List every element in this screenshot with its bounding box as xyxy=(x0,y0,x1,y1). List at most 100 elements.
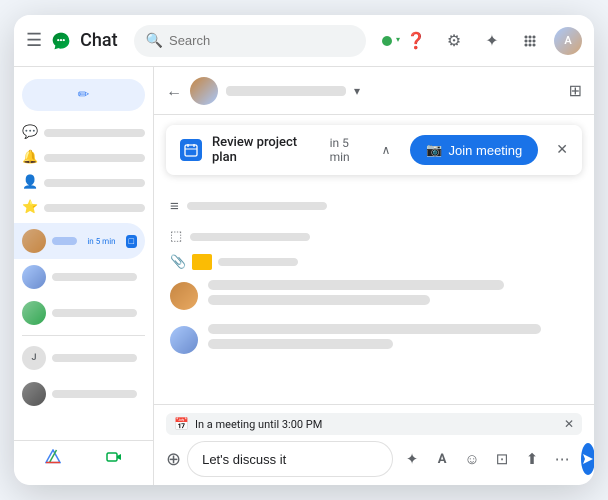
sidebar: ✏ 💬 🔔 👤 ⭐ xyxy=(14,67,154,485)
send-button[interactable] xyxy=(581,443,594,475)
join-btn-label: Join meeting xyxy=(449,143,523,158)
emoji-icon[interactable]: ☺ xyxy=(459,446,485,472)
doc-icon: ⬚ xyxy=(170,229,182,244)
message-text-line xyxy=(208,339,393,349)
join-meeting-button[interactable]: 📷 Join meeting xyxy=(410,135,538,165)
sidebar-icon: 💬 xyxy=(22,125,38,140)
message-content xyxy=(208,280,578,310)
back-button[interactable]: ← xyxy=(166,81,182,101)
close-status-icon[interactable]: ✕ xyxy=(564,417,574,431)
sidebar-badge-time: in 5 min xyxy=(83,236,119,247)
upload-icon[interactable]: ⬆ xyxy=(519,446,545,472)
message-content xyxy=(208,324,578,354)
meeting-banner: Review project plan in 5 min ∧ 📷 Join me… xyxy=(166,125,582,175)
sidebar-item-name xyxy=(52,354,137,362)
top-bar: ☰ Chat 🔍 xyxy=(14,15,594,67)
sidebar-divider xyxy=(22,335,145,336)
app-title: Chat xyxy=(80,30,117,51)
app-window: ☰ Chat 🔍 xyxy=(14,15,594,485)
drive-icon[interactable] xyxy=(45,449,61,469)
sidebar-placeholder xyxy=(44,129,145,137)
toolbar-placeholder xyxy=(187,202,327,210)
add-attachment-icon[interactable]: ⊕ xyxy=(166,449,181,470)
sidebar-icon: ⭐ xyxy=(22,200,38,215)
sidebar-icon: 👤 xyxy=(22,175,38,190)
message-text-line xyxy=(208,280,504,290)
sidebar-item-name xyxy=(52,273,137,281)
format-text-icon[interactable]: ✦ xyxy=(399,446,425,472)
attachment-icon: 📎 xyxy=(170,255,186,270)
sidebar-item[interactable] xyxy=(14,259,145,295)
search-input[interactable] xyxy=(169,33,354,48)
sidebar-item[interactable] xyxy=(14,295,145,331)
sidebar-nav-icons: 💬 🔔 👤 ⭐ xyxy=(14,119,153,223)
sidebar-placeholder xyxy=(44,204,145,212)
attachment-row: 📎 xyxy=(170,254,578,270)
sidebar-item[interactable]: in 5 min □ xyxy=(14,223,145,259)
close-banner-icon[interactable]: ✕ xyxy=(556,142,568,158)
sidebar-item[interactable]: J xyxy=(14,340,145,376)
help-icon[interactable]: ❓ xyxy=(402,27,430,55)
chat-header-avatar xyxy=(190,77,218,105)
sidebar-placeholder xyxy=(44,179,145,187)
calendar-small-icon: 📅 xyxy=(174,417,189,431)
sidebar-section-row: 💬 xyxy=(22,125,145,140)
sidebar-section-row: 👤 xyxy=(22,175,145,190)
toolbar-row: ≡ xyxy=(170,193,578,219)
search-bar[interactable]: 🔍 xyxy=(134,25,366,57)
meeting-status-text: In a meeting until 3:00 PM xyxy=(195,418,322,431)
settings-icon[interactable]: ⚙ xyxy=(440,27,468,55)
new-chat-button[interactable]: ✏ xyxy=(22,79,145,111)
expand-icon[interactable]: ∧ xyxy=(382,143,391,157)
sidebar-avatar xyxy=(22,301,46,325)
format-icon[interactable]: A xyxy=(429,446,455,472)
message-row xyxy=(170,280,578,310)
sidebar-section-row: ⭐ xyxy=(22,200,145,215)
message-avatar xyxy=(170,282,198,310)
sparkle-icon[interactable]: ✦ xyxy=(478,27,506,55)
menu-icon[interactable]: ☰ xyxy=(26,30,42,51)
input-area: 📅 In a meeting until 3:00 PM ✕ ⊕ ✦ A ☺ ⊡… xyxy=(154,404,594,485)
sidebar-avatar xyxy=(22,382,46,406)
sidebar-avatar xyxy=(22,265,46,289)
calendar-icon xyxy=(180,139,202,161)
status-indicator[interactable] xyxy=(382,36,392,46)
input-actions: ✦ A ☺ ⊡ ⬆ ⋯ xyxy=(399,446,575,472)
message-text-line xyxy=(208,324,541,334)
apps-icon[interactable] xyxy=(516,27,544,55)
chevron-down-icon[interactable]: ▾ xyxy=(354,84,360,98)
message-text-line xyxy=(208,295,430,305)
sidebar-item-name xyxy=(52,390,137,398)
sidebar-icon: 🔔 xyxy=(22,150,38,165)
sidebar-item-name xyxy=(52,309,137,317)
video-call-icon[interactable]: ⊞ xyxy=(569,81,582,100)
meet-icon[interactable] xyxy=(106,449,122,469)
more-icon[interactable]: ⋯ xyxy=(549,446,575,472)
sidebar-bottom xyxy=(14,440,153,477)
messages-area: ≡ ⬚ 📎 xyxy=(154,185,594,404)
main-content: ✏ 💬 🔔 👤 ⭐ xyxy=(14,67,594,485)
sidebar-item[interactable] xyxy=(14,376,145,412)
app-logo xyxy=(50,30,72,52)
meeting-title: Review project plan xyxy=(212,135,314,165)
sidebar-badge-count: □ xyxy=(126,235,137,248)
status-dot xyxy=(382,36,392,46)
top-actions: ❓ ⚙ ✦ A xyxy=(382,27,582,55)
toolbar-row-2: ⬚ xyxy=(170,225,578,248)
attachment-thumb xyxy=(192,254,212,270)
camera-icon: 📷 xyxy=(426,142,442,158)
image-icon[interactable]: ⊡ xyxy=(489,446,515,472)
chat-header: ← ▾ ⊞ xyxy=(154,67,594,115)
message-avatar xyxy=(170,326,198,354)
sidebar-avatar: J xyxy=(22,346,46,370)
sidebar-item-name xyxy=(52,237,77,245)
toolbar-placeholder-2 xyxy=(190,233,310,241)
user-avatar[interactable]: A xyxy=(554,27,582,55)
message-input[interactable] xyxy=(187,441,393,477)
meeting-time: in 5 min xyxy=(330,136,368,164)
sidebar-section-row: 🔔 xyxy=(22,150,145,165)
search-icon: 🔍 xyxy=(146,33,163,49)
sidebar-avatar xyxy=(22,229,46,253)
chat-area: ← ▾ ⊞ Review project plan in 5 min ∧ 📷 J… xyxy=(154,67,594,485)
chat-header-name xyxy=(226,86,346,96)
